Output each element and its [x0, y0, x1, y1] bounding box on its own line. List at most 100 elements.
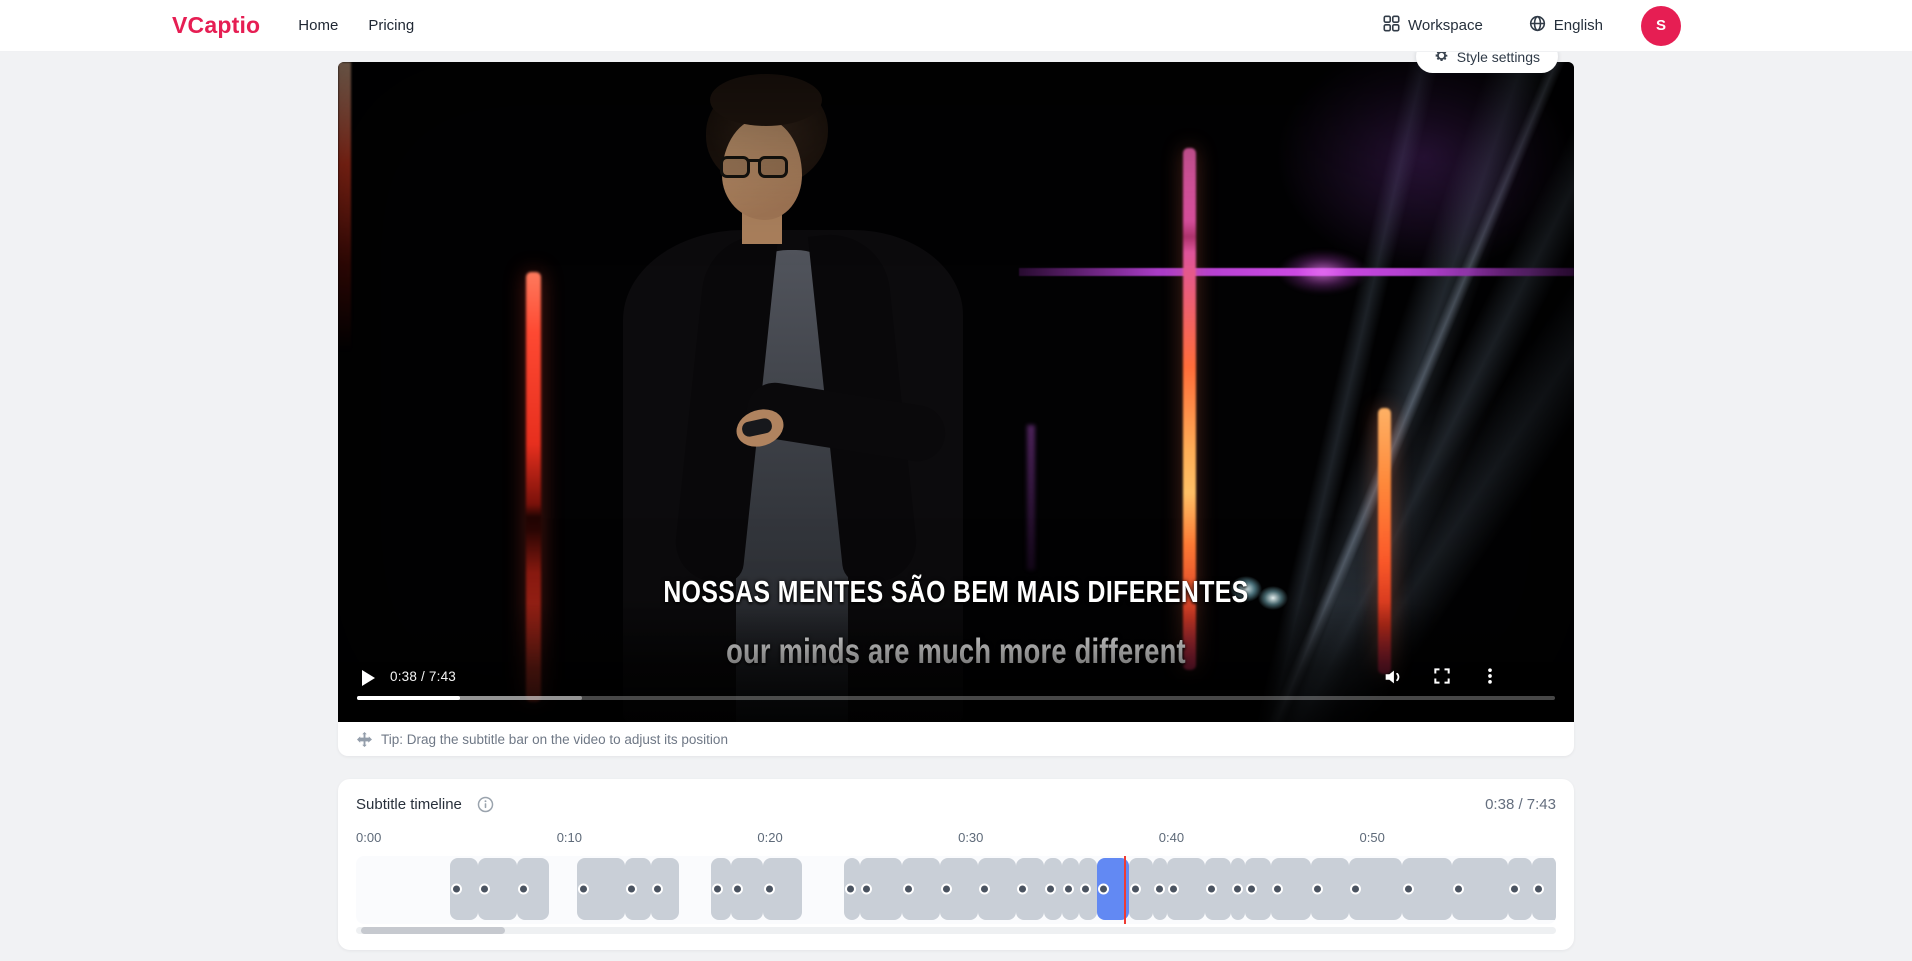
nav-link-pricing[interactable]: Pricing	[368, 17, 414, 34]
video-controls: 0:38 / 7:43	[338, 662, 1574, 722]
segment-start-handle[interactable]	[578, 884, 589, 895]
timeline-scrollbar[interactable]	[356, 927, 1556, 934]
tip-bar: Tip: Drag the subtitle bar on the video …	[338, 722, 1574, 756]
subtitle-segment[interactable]	[1402, 858, 1452, 920]
subtitle-segment[interactable]	[1079, 858, 1097, 920]
subtitle-segment[interactable]	[1271, 858, 1311, 920]
timeline-tick-label: 0:00	[356, 830, 381, 845]
subtitle-segment[interactable]	[1016, 858, 1044, 920]
timeline-tick-label: 0:40	[1159, 830, 1184, 845]
timeline-title: Subtitle timeline	[356, 796, 462, 813]
timeline-tick-label: 0:20	[757, 830, 782, 845]
segment-start-handle[interactable]	[1098, 884, 1109, 895]
timeline-ruler: 0:000:100:200:300:400:50	[356, 830, 1556, 848]
segment-start-handle[interactable]	[1080, 884, 1091, 895]
subtitle-segment[interactable]	[1349, 858, 1401, 920]
subtitle-segment[interactable]	[763, 858, 801, 920]
subtitle-segment[interactable]	[940, 858, 978, 920]
segment-start-handle[interactable]	[479, 884, 490, 895]
subtitle-timeline-card: Subtitle timeline 0:38 / 7:43 0:00 0:10 0:…	[338, 779, 1574, 950]
subtitle-segment[interactable]	[1205, 858, 1231, 920]
timeline-track[interactable]	[356, 856, 1556, 924]
move-icon	[357, 732, 372, 747]
subtitle-segment[interactable]	[902, 858, 940, 920]
language-label: English	[1554, 17, 1603, 34]
video-time-display: 0:38 / 7:43	[390, 669, 456, 684]
segment-start-handle[interactable]	[1130, 884, 1141, 895]
segment-start-handle[interactable]	[1533, 884, 1544, 895]
segment-start-handle[interactable]	[1312, 884, 1323, 895]
segment-start-handle[interactable]	[1017, 884, 1028, 895]
segment-start-handle[interactable]	[861, 884, 872, 895]
subtitle-segment[interactable]	[1452, 858, 1508, 920]
video-player[interactable]: NOSSAS MENTES SÃO BEM MAIS DIFERENTES ou…	[338, 62, 1574, 722]
segment-start-handle[interactable]	[451, 884, 462, 895]
workspace-grid-icon	[1383, 15, 1400, 36]
timeline-tick-label: 0:50	[1360, 830, 1385, 845]
subtitle-segment[interactable]	[844, 858, 860, 920]
segment-start-handle[interactable]	[941, 884, 952, 895]
timeline-playhead[interactable]	[1124, 856, 1126, 924]
segment-start-handle[interactable]	[845, 884, 856, 895]
subtitle-segment[interactable]	[711, 858, 731, 920]
segment-start-handle[interactable]	[1232, 884, 1243, 895]
workspace-label: Workspace	[1408, 17, 1483, 34]
timeline-scrollbar-thumb[interactable]	[361, 927, 505, 934]
nav-link-home[interactable]: Home	[298, 17, 338, 34]
segment-start-handle[interactable]	[1206, 884, 1217, 895]
subtitle-segment[interactable]	[1153, 858, 1167, 920]
segment-start-handle[interactable]	[1350, 884, 1361, 895]
segment-start-handle[interactable]	[1168, 884, 1179, 895]
timeline-time-display: 0:38 / 7:43	[1485, 796, 1556, 813]
subtitle-segment[interactable]	[1508, 858, 1532, 920]
globe-icon	[1529, 15, 1546, 36]
subtitle-segment[interactable]	[517, 858, 549, 920]
tip-text: Tip: Drag the subtitle bar on the video …	[381, 732, 728, 747]
segment-start-handle[interactable]	[1063, 884, 1074, 895]
video-seek-bar[interactable]	[357, 696, 1555, 700]
brand-logo[interactable]: VCaptio	[172, 12, 260, 39]
subtitle-segment[interactable]	[731, 858, 763, 920]
fullscreen-button[interactable]	[1432, 666, 1456, 690]
segment-start-handle[interactable]	[1246, 884, 1257, 895]
play-button[interactable]	[358, 668, 378, 688]
segment-start-handle[interactable]	[1453, 884, 1464, 895]
segment-start-handle[interactable]	[1272, 884, 1283, 895]
subtitle-segment[interactable]	[625, 858, 651, 920]
segment-start-handle[interactable]	[1509, 884, 1520, 895]
segment-start-handle[interactable]	[903, 884, 914, 895]
subtitle-segment[interactable]	[978, 858, 1016, 920]
info-icon[interactable]	[477, 796, 494, 818]
segment-start-handle[interactable]	[764, 884, 775, 895]
workspace-button[interactable]: Workspace	[1383, 15, 1483, 36]
segment-start-handle[interactable]	[518, 884, 529, 895]
language-selector[interactable]: English	[1529, 15, 1603, 36]
segment-start-handle[interactable]	[712, 884, 723, 895]
subtitle-segment[interactable]	[450, 858, 478, 920]
segment-start-handle[interactable]	[979, 884, 990, 895]
subtitle-segment[interactable]	[1062, 858, 1078, 920]
overflow-menu-icon[interactable]	[1480, 666, 1504, 690]
subtitle-segment[interactable]	[478, 858, 516, 920]
timeline-tick-label: 0:10	[557, 830, 582, 845]
segment-start-handle[interactable]	[1045, 884, 1056, 895]
segment-start-handle[interactable]	[1403, 884, 1414, 895]
subtitle-segment[interactable]	[1311, 858, 1349, 920]
avatar[interactable]: S	[1641, 6, 1681, 46]
seek-played	[357, 696, 460, 700]
subtitle-segment[interactable]	[577, 858, 625, 920]
subtitle-segment[interactable]	[1044, 858, 1062, 920]
subtitle-segment[interactable]	[651, 858, 679, 920]
segment-start-handle[interactable]	[652, 884, 663, 895]
subtitle-segment[interactable]	[1231, 858, 1245, 920]
segment-start-handle[interactable]	[626, 884, 637, 895]
segment-start-handle[interactable]	[732, 884, 743, 895]
navbar: VCaptio Home Pricing Workspace	[0, 0, 1912, 52]
volume-button[interactable]	[1382, 666, 1406, 690]
subtitle-segment[interactable]	[1245, 858, 1271, 920]
subtitle-segment[interactable]	[860, 858, 902, 920]
subtitle-segment[interactable]	[1167, 858, 1205, 920]
subtitle-segment[interactable]	[1129, 858, 1153, 920]
subtitle-segment[interactable]	[1532, 858, 1556, 920]
segment-start-handle[interactable]	[1154, 884, 1165, 895]
